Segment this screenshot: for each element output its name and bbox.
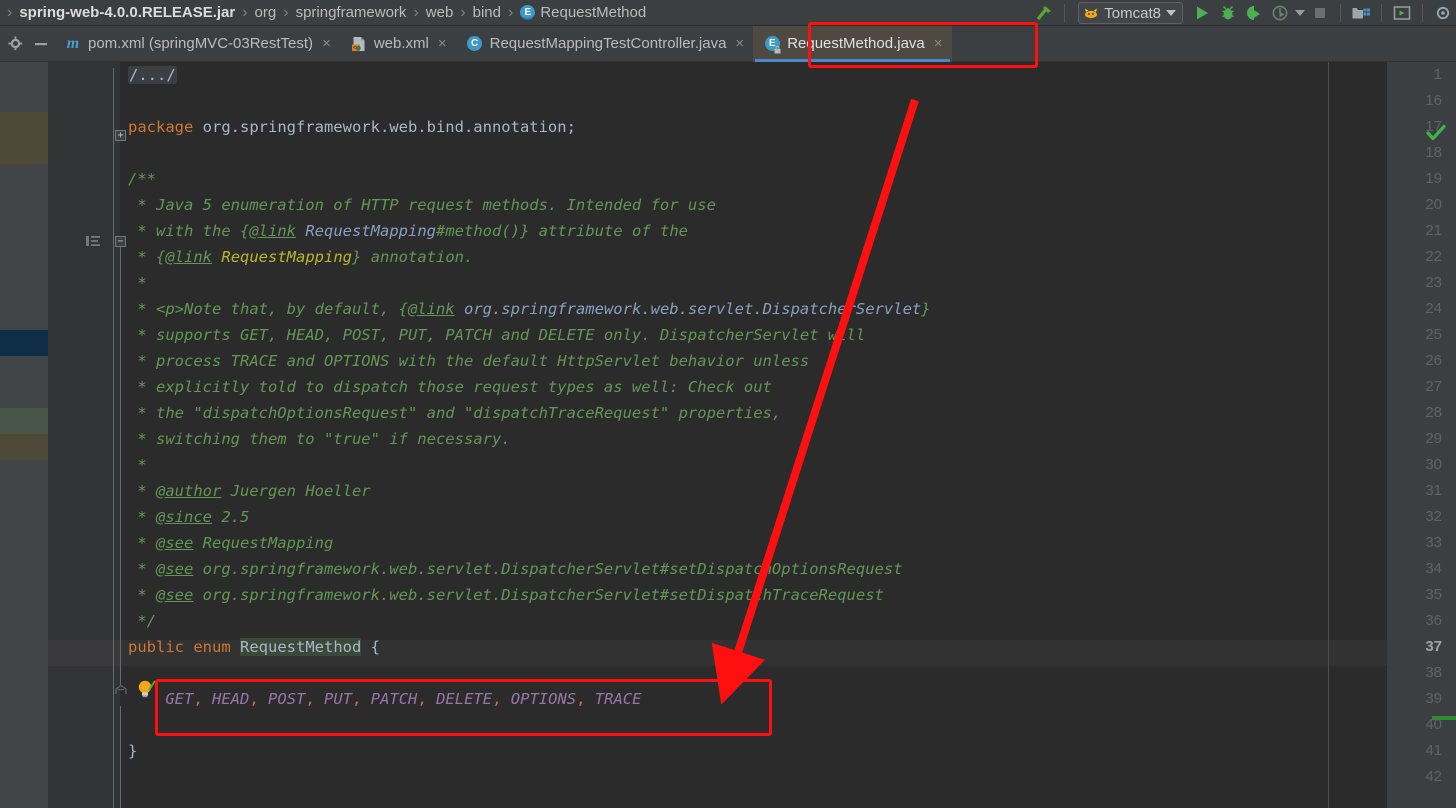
- fold-expand-icon[interactable]: +: [115, 130, 126, 141]
- close-icon[interactable]: ×: [934, 36, 943, 51]
- code-line[interactable]: /.../: [128, 62, 177, 88]
- code-editor[interactable]: 1 16 17 18 19 20 21 22 23 24 25 26 27 28 29 30 31 32 33 34 3…: [0, 62, 1456, 808]
- breadcrumb-separator: ›: [460, 3, 466, 21]
- code-line[interactable]: * @see RequestMapping: [128, 530, 333, 556]
- run-coverage-icon[interactable]: [1241, 2, 1267, 24]
- code-line[interactable]: * @author Juergen Hoeller: [128, 478, 370, 504]
- breadcrumb-separator: ›: [242, 3, 248, 21]
- run-configuration-label: Tomcat8: [1104, 4, 1161, 22]
- tab-pom-xml[interactable]: m pom.xml (springMVC-03RestTest) ×: [54, 26, 340, 62]
- code-line[interactable]: }: [128, 738, 137, 764]
- breadcrumb-separator: ›: [7, 3, 13, 21]
- java-enum-icon: E: [764, 36, 781, 53]
- tab-requestmappingtestcontroller-java[interactable]: C RequestMappingTestController.java ×: [456, 26, 754, 62]
- main-toolbar: Tomcat8: [1031, 0, 1456, 26]
- annotation-gutter[interactable]: [0, 62, 48, 808]
- code-line[interactable]: public enum RequestMethod {: [128, 634, 380, 660]
- maven-icon: m: [66, 34, 80, 52]
- toolbar-divider: [1340, 4, 1341, 22]
- gutter-change-marker: [0, 330, 48, 356]
- breadcrumb-item-springframework[interactable]: springframework: [294, 0, 409, 26]
- idea-window: › spring-web-4.0.0.RELEASE.jar › org › s…: [0, 0, 1456, 808]
- breadcrumb-separator: ›: [283, 3, 289, 21]
- code-line[interactable]: *: [128, 452, 146, 478]
- run-configuration-selector[interactable]: Tomcat8: [1078, 2, 1183, 24]
- editor-tabs: m pom.xml (springMVC-03RestTest) × < web…: [54, 25, 952, 62]
- tab-label: web.xml: [373, 35, 429, 52]
- toolbar-divider: [1381, 4, 1382, 22]
- code-line[interactable]: * {@link RequestMapping} annotation.: [128, 244, 473, 270]
- fold-collapse-icon[interactable]: −: [115, 236, 126, 247]
- toolbar-divider: [1064, 4, 1066, 22]
- breadcrumb-item-requestmethod[interactable]: E RequestMethod: [518, 0, 648, 26]
- line-number-gutter[interactable]: [48, 62, 120, 808]
- tomcat-cat-icon: [1085, 8, 1098, 18]
- tab-label: RequestMappingTestController.java: [489, 35, 727, 52]
- breadcrumb-item-bind[interactable]: bind: [471, 0, 503, 26]
- toolbar-divider: [1422, 4, 1423, 22]
- code-line[interactable]: */: [128, 608, 156, 634]
- minimize-icon[interactable]: [28, 31, 54, 57]
- fold-region-end-icon: [115, 682, 127, 694]
- code-line[interactable]: * @see org.springframework.web.servlet.D…: [128, 556, 902, 582]
- code-line[interactable]: package org.springframework.web.bind.ann…: [128, 114, 576, 140]
- code-line[interactable]: GET, HEAD, POST, PUT, PATCH, DELETE, OPT…: [128, 686, 641, 712]
- navigation-bar: › spring-web-4.0.0.RELEASE.jar › org › s…: [0, 0, 1456, 26]
- run-icon[interactable]: [1189, 2, 1215, 24]
- breadcrumb-separator: ›: [507, 3, 514, 21]
- editor-tab-bar: m pom.xml (springMVC-03RestTest) × < web…: [0, 25, 1456, 62]
- tab-label: pom.xml (springMVC-03RestTest): [88, 35, 314, 52]
- code-line[interactable]: * with the {@link RequestMapping#method(…: [128, 218, 688, 244]
- current-line-gutter-highlight: [48, 640, 120, 666]
- gear-icon[interactable]: [2, 31, 28, 57]
- breadcrumb-item-web[interactable]: web: [424, 0, 456, 26]
- intention-bulb-icon[interactable]: [136, 678, 158, 705]
- make-project-icon[interactable]: [1031, 2, 1057, 24]
- java-class-icon: C: [467, 36, 483, 52]
- code-line[interactable]: * switching them to "true" if necessary.: [128, 426, 510, 452]
- fold-region-line: [120, 247, 121, 685]
- code-line[interactable]: *: [128, 270, 146, 296]
- code-line[interactable]: * the "dispatchOptionsRequest" and "disp…: [128, 400, 781, 426]
- gutter-change-marker: [0, 434, 48, 460]
- tab-label: RequestMethod.java: [787, 35, 925, 52]
- javadoc-icon[interactable]: [86, 234, 100, 252]
- breadcrumb-item-org[interactable]: org: [253, 0, 279, 26]
- tab-web-xml[interactable]: < web.xml ×: [340, 26, 456, 62]
- close-icon[interactable]: ×: [735, 36, 744, 51]
- code-line[interactable]: * supports GET, HEAD, POST, PUT, PATCH a…: [128, 322, 865, 348]
- profile-icon[interactable]: [1267, 2, 1293, 24]
- debug-icon[interactable]: [1215, 2, 1241, 24]
- breadcrumb: › spring-web-4.0.0.RELEASE.jar › org › s…: [0, 0, 648, 26]
- gutter-change-marker: [0, 112, 48, 164]
- code-line[interactable]: * <p>Note that, by default, {@link org.s…: [128, 296, 930, 322]
- tab-requestmethod-java[interactable]: E RequestMethod.java ×: [753, 25, 952, 62]
- code-line[interactable]: * Java 5 enumeration of HTTP request met…: [128, 192, 716, 218]
- code-line[interactable]: * @since 2.5: [128, 504, 249, 530]
- enum-icon: E: [520, 5, 536, 20]
- fold-region-line: [120, 706, 121, 808]
- terminal-icon[interactable]: [1389, 2, 1415, 24]
- code-line[interactable]: * process TRACE and OPTIONS with the def…: [128, 348, 809, 374]
- code-line[interactable]: /**: [128, 166, 156, 192]
- code-line[interactable]: * @see org.springframework.web.servlet.D…: [128, 582, 884, 608]
- project-structure-icon[interactable]: [1348, 2, 1374, 24]
- fold-region-line: [113, 68, 114, 808]
- tab-bar-controls: [0, 31, 54, 57]
- code-line[interactable]: * explicitly told to dispatch those requ…: [128, 374, 772, 400]
- profile-dropdown-chevron-icon[interactable]: [1293, 2, 1307, 24]
- xml-file-icon: <: [351, 36, 367, 52]
- breadcrumb-separator: ›: [413, 3, 419, 21]
- breadcrumb-item-label: RequestMethod: [540, 4, 647, 21]
- chevron-down-icon: [1166, 10, 1176, 16]
- breadcrumb-item-jar[interactable]: spring-web-4.0.0.RELEASE.jar: [17, 0, 237, 26]
- settings-icon[interactable]: [1430, 2, 1456, 24]
- code-content[interactable]: /.../ package org.springframework.web.bin…: [120, 62, 1456, 808]
- gutter-change-marker: [0, 408, 48, 434]
- close-icon[interactable]: ×: [322, 36, 331, 51]
- stop-icon[interactable]: [1307, 2, 1333, 24]
- close-icon[interactable]: ×: [438, 36, 447, 51]
